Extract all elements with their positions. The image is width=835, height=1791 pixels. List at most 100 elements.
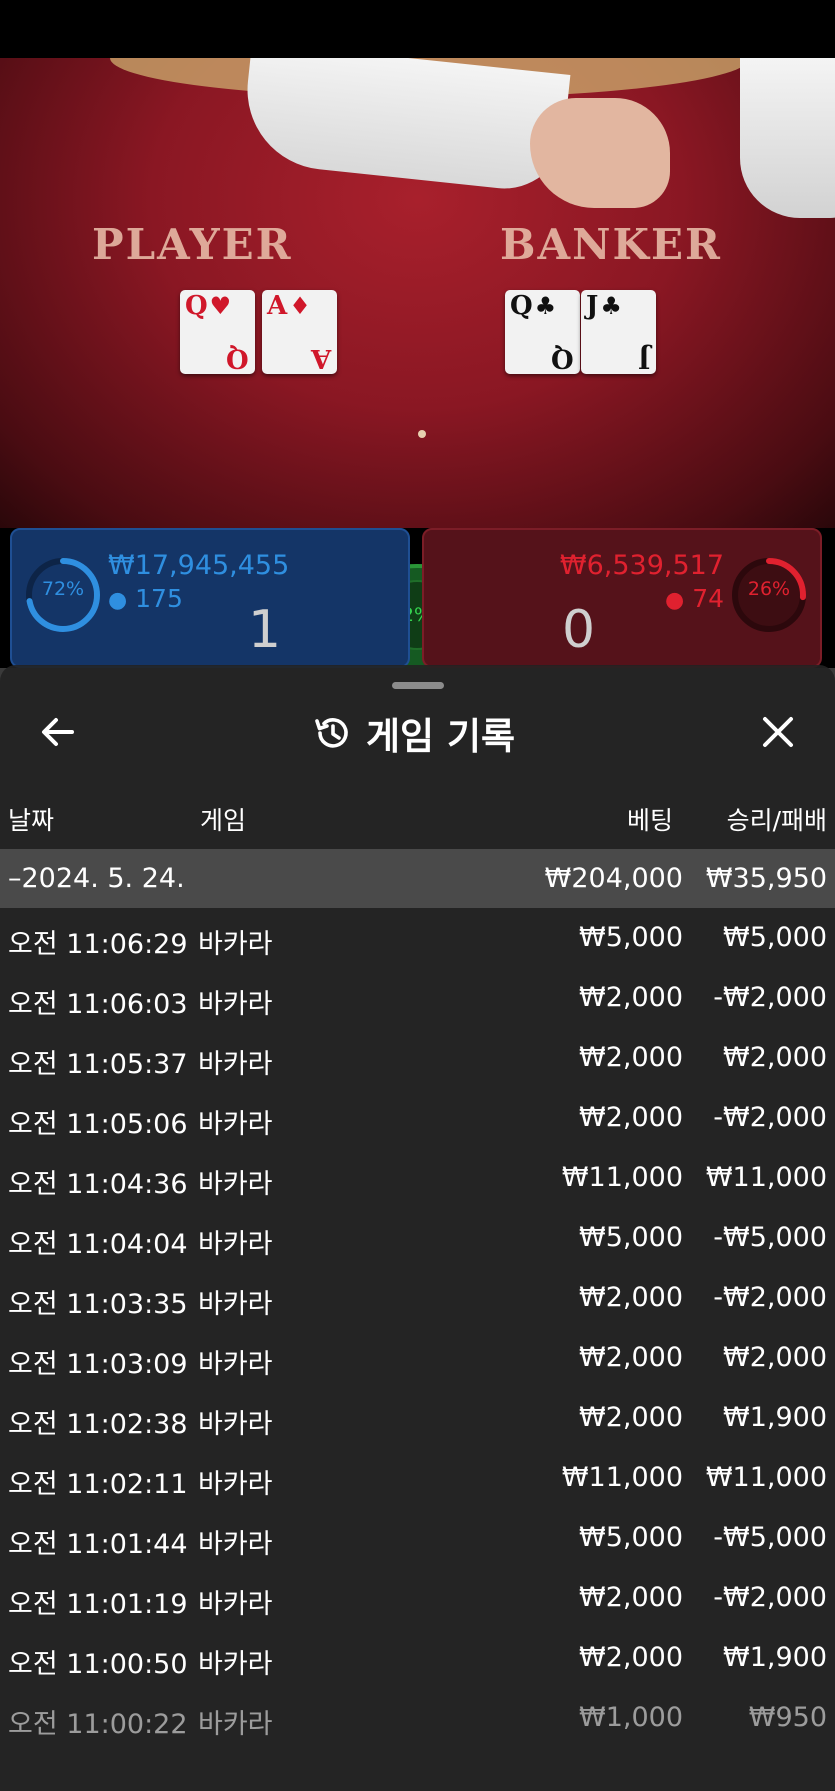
back-arrow-icon[interactable] [38,712,78,752]
player-score: 1 [248,600,282,660]
row-time: 오전 11:06:29 [8,929,188,960]
row-bet: ₩11,000 [561,1462,683,1493]
row-bet: ₩5,000 [579,1222,683,1253]
sheet-header: 게임 기록 [312,709,516,758]
history-row[interactable]: 오전 11:05:37 바카라 ₩2,000 ₩2,000 [0,1028,835,1088]
date-group-row[interactable]: –2024. 5. 24. ₩204,000 ₩35,950 [0,849,835,908]
row-bet: ₩11,000 [561,1162,683,1193]
row-bet: ₩5,000 [579,1522,683,1553]
player-bet-panel[interactable]: 72% ₩17,945,455 ● 175 1 [10,528,410,668]
close-icon[interactable] [758,712,798,752]
row-time: 오전 11:03:09 [8,1349,188,1380]
player-percent: 72% [41,578,85,600]
banker-card-2: J♣ J [581,290,656,374]
date-group-date: –2024. 5. 24. [8,863,185,894]
dealer-hand [530,98,670,208]
banker-percent: 26% [747,578,791,600]
row-result: -₩2,000 [713,1282,827,1313]
row-result: ₩11,000 [705,1462,827,1493]
player-side-label: PLAYER [92,220,293,269]
row-game: 바카라 [198,1109,273,1140]
history-row[interactable]: 오전 11:03:09 바카라 ₩2,000 ₩2,000 [0,1328,835,1388]
row-bet: ₩1,000 [579,1702,683,1733]
row-game: 바카라 [198,1589,273,1620]
history-row[interactable]: 오전 11:06:03 바카라 ₩2,000 -₩2,000 [0,968,835,1028]
dealer-arm [239,58,571,195]
row-game: 바카라 [198,1049,273,1080]
column-header-bet[interactable]: 베팅 [627,801,673,837]
row-game: 바카라 [198,1709,273,1740]
row-result: ₩950 [748,1702,827,1733]
row-result: -₩5,000 [713,1522,827,1553]
row-result: ₩11,000 [705,1162,827,1193]
row-game: 바카라 [198,1289,273,1320]
person-icon: ● [665,588,685,613]
live-table-video: PLAYER BANKER Q♥ Q A♦ A Q♣ Q J♣ J [0,58,835,528]
history-row[interactable]: 오전 11:05:06 바카라 ₩2,000 -₩2,000 [0,1088,835,1148]
table-dot [418,430,426,438]
banker-score: 0 [562,600,596,660]
row-game: 바카라 [198,1649,273,1680]
history-row[interactable]: 오전 11:04:36 바카라 ₩11,000 ₩11,000 [0,1148,835,1208]
row-bet: ₩5,000 [579,922,683,953]
history-row[interactable]: 오전 11:00:50 바카라 ₩2,000 ₩1,900 [0,1628,835,1688]
banker-bet-amount: ₩6,539,517 [559,550,724,581]
row-time: 오전 11:04:36 [8,1169,188,1200]
row-bet: ₩2,000 [579,1102,683,1133]
banker-bettor-count: ● 74 [665,584,724,613]
row-result: -₩2,000 [713,982,827,1013]
history-row[interactable]: 오전 11:02:38 바카라 ₩2,000 ₩1,900 [0,1388,835,1448]
row-result: ₩1,900 [723,1642,827,1673]
row-game: 바카라 [198,1409,273,1440]
history-row[interactable]: 오전 11:01:19 바카라 ₩2,000 -₩2,000 [0,1568,835,1628]
player-bettor-count: ● 175 [108,584,183,613]
row-time: 오전 11:00:22 [8,1709,188,1740]
row-bet: ₩2,000 [579,982,683,1013]
sheet-title: 게임 기록 [366,715,516,758]
row-game: 바카라 [198,1169,273,1200]
status-bar [0,0,835,58]
column-header-game[interactable]: 게임 [200,801,246,837]
history-row[interactable]: 오전 11:03:35 바카라 ₩2,000 -₩2,000 [0,1268,835,1328]
history-row[interactable]: 오전 11:00:22 바카라 ₩1,000 ₩950 [0,1688,835,1748]
person-icon: ● [108,588,128,613]
history-icon [315,718,348,748]
row-result: -₩2,000 [713,1582,827,1613]
game-history-sheet: 게임 기록 날짜 게임 베팅 승리/패배 –2024. 5. 24. ₩204,… [0,665,835,1791]
row-bet: ₩2,000 [579,1042,683,1073]
row-game: 바카라 [198,989,273,1020]
dealer-arm-right [740,58,835,218]
row-result: -₩5,000 [713,1222,827,1253]
row-time: 오전 11:01:44 [8,1529,188,1560]
column-header-date[interactable]: 날짜 [8,801,54,837]
row-time: 오전 11:05:37 [8,1049,188,1080]
drag-handle[interactable] [392,682,444,689]
player-card-1: Q♥ Q [180,290,255,374]
row-time: 오전 11:04:04 [8,1229,188,1260]
history-row[interactable]: 오전 11:02:11 바카라 ₩11,000 ₩11,000 [0,1448,835,1508]
row-result: ₩2,000 [723,1342,827,1373]
row-bet: ₩2,000 [579,1342,683,1373]
player-bet-amount: ₩17,945,455 [108,550,290,581]
player-card-2: A♦ A [262,290,337,374]
row-result: ₩1,900 [723,1402,827,1433]
banker-card-1: Q♣ Q [505,290,580,374]
row-game: 바카라 [198,1229,273,1260]
row-result: -₩2,000 [713,1102,827,1133]
banker-bet-panel[interactable]: 0 ₩6,539,517 ● 74 26% [422,528,822,668]
column-header-result[interactable]: 승리/패배 [727,801,827,837]
history-row[interactable]: 오전 11:01:44 바카라 ₩5,000 -₩5,000 [0,1508,835,1568]
row-time: 오전 11:02:11 [8,1469,188,1500]
row-game: 바카라 [198,1529,273,1560]
row-time: 오전 11:00:50 [8,1649,188,1680]
history-row[interactable]: 오전 11:06:29 바카라 ₩5,000 ₩5,000 [0,908,835,968]
row-time: 오전 11:06:03 [8,989,188,1020]
row-bet: ₩2,000 [579,1282,683,1313]
row-time: 오전 11:05:06 [8,1109,188,1140]
row-result: ₩2,000 [723,1042,827,1073]
row-game: 바카라 [198,1349,273,1380]
row-time: 오전 11:03:35 [8,1289,188,1320]
row-bet: ₩2,000 [579,1582,683,1613]
row-time: 오전 11:01:19 [8,1589,188,1620]
history-row[interactable]: 오전 11:04:04 바카라 ₩5,000 -₩5,000 [0,1208,835,1268]
